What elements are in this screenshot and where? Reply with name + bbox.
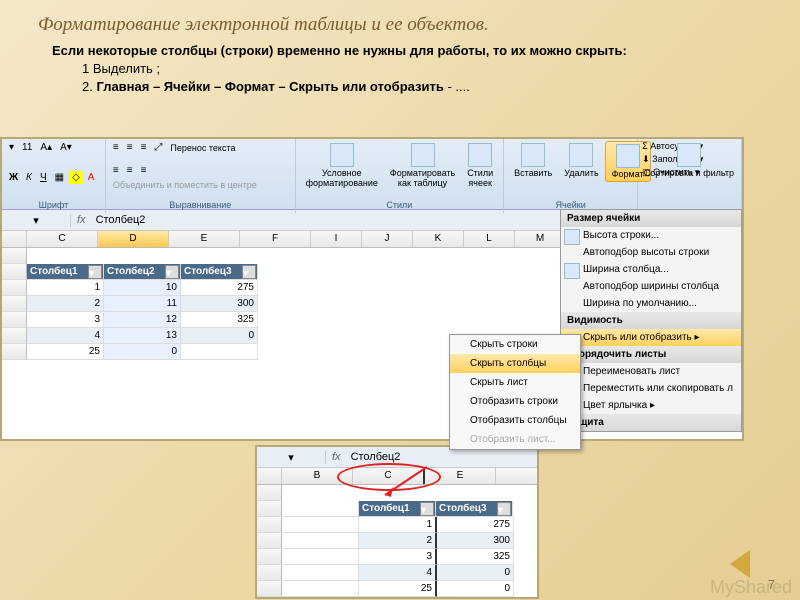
excel-screenshot-2: ▾ fx Столбец2 B C E Столбец1▾ Столбец3▾ … bbox=[255, 445, 539, 599]
hide-cols-item[interactable]: Скрыть столбцы bbox=[450, 354, 580, 373]
ribbon: ▾ 11 A▴ A▾ Ж К Ч ▦ ◇ A Шрифт ≡ ≡ ≡ ⤢ Пер… bbox=[2, 139, 742, 210]
grow-font[interactable]: A▴ bbox=[37, 141, 55, 154]
table-row: 250 bbox=[257, 581, 537, 597]
show-rows-item[interactable]: Отобразить строки bbox=[450, 392, 580, 411]
col-header[interactable]: K bbox=[413, 231, 464, 247]
col-header[interactable]: J bbox=[362, 231, 413, 247]
shrink-font[interactable]: A▾ bbox=[57, 141, 75, 154]
sort-icon bbox=[677, 143, 701, 167]
align-mid[interactable]: ≡ bbox=[124, 141, 136, 154]
hide-sheet-item[interactable]: Скрыть лист bbox=[450, 373, 580, 392]
underline-btn[interactable]: Ч bbox=[37, 171, 50, 184]
insert-icon bbox=[521, 143, 545, 167]
rename-sheet-item[interactable]: Переименовать лист bbox=[561, 363, 741, 380]
show-sheet-item: Отобразить лист... bbox=[450, 430, 580, 449]
formula-value[interactable]: Столбец2 bbox=[92, 214, 150, 226]
styles-icon bbox=[468, 143, 492, 167]
italic-btn[interactable]: К bbox=[23, 171, 35, 184]
col-header[interactable]: F bbox=[240, 231, 311, 247]
watermark: MyShared bbox=[710, 577, 792, 598]
col-header[interactable]: L bbox=[464, 231, 515, 247]
align-r[interactable]: ≡ bbox=[138, 164, 150, 177]
fx-label: fx bbox=[326, 451, 347, 463]
table-row: 3325 bbox=[257, 549, 537, 565]
autofit-row-item[interactable]: Автоподбор высоты строки bbox=[561, 244, 741, 261]
table-row: 1275 bbox=[257, 517, 537, 533]
hide-rows-item[interactable]: Скрыть строки bbox=[450, 335, 580, 354]
slide-title: Форматирование электронной таблицы и ее … bbox=[0, 0, 800, 42]
autofit-col-item[interactable]: Автоподбор ширины столбца bbox=[561, 278, 741, 295]
cond-format-icon bbox=[330, 143, 354, 167]
fx-label: fx bbox=[71, 214, 92, 226]
align-top[interactable]: ≡ bbox=[110, 141, 122, 154]
filter-dropdown-icon[interactable]: ▾ bbox=[165, 265, 179, 279]
formula-value[interactable]: Столбец2 bbox=[347, 451, 405, 463]
name-box[interactable]: ▾ bbox=[257, 451, 326, 464]
col-header[interactable]: C bbox=[353, 468, 425, 484]
menu-header: Размер ячейки bbox=[561, 210, 741, 227]
table-header-cell[interactable]: Столбец3▾ bbox=[436, 501, 513, 517]
cell-styles-btn[interactable]: Стили ячеек bbox=[461, 141, 499, 190]
cond-format-btn[interactable]: Условное форматирование bbox=[300, 141, 384, 190]
col-header[interactable]: B bbox=[282, 468, 353, 484]
table-header-cell[interactable]: Столбец2▾ bbox=[104, 264, 181, 280]
table-header-cell[interactable]: Столбец3▾ bbox=[181, 264, 258, 280]
col-header[interactable]: E bbox=[169, 231, 240, 247]
tab-color-item[interactable]: Цвет ярлычка ▸ bbox=[561, 397, 741, 414]
col-header[interactable]: E bbox=[425, 468, 496, 484]
excel-screenshot-1: ▾ 11 A▴ A▾ Ж К Ч ▦ ◇ A Шрифт ≡ ≡ ≡ ⤢ Пер… bbox=[0, 137, 744, 441]
font-size[interactable]: 11 bbox=[19, 141, 35, 154]
delete-btn[interactable]: Удалить bbox=[558, 141, 604, 182]
orient-btn[interactable]: ⤢ bbox=[151, 141, 165, 154]
slide-description: Если некоторые столбцы (строки) временно… bbox=[0, 42, 800, 97]
sort-btn[interactable]: Сортировка и фильтр bbox=[638, 141, 740, 180]
filter-dropdown-icon[interactable]: ▾ bbox=[420, 502, 434, 516]
col-header[interactable]: I bbox=[311, 231, 362, 247]
format-icon bbox=[616, 144, 640, 168]
show-cols-item[interactable]: Отобразить столбцы bbox=[450, 411, 580, 430]
table-row: 40 bbox=[257, 565, 537, 581]
table-icon bbox=[411, 143, 435, 167]
col-header[interactable]: M bbox=[515, 231, 566, 247]
nav-back-button[interactable] bbox=[730, 550, 750, 578]
fill-color-btn[interactable]: ◇ bbox=[69, 171, 83, 184]
col-width-icon bbox=[564, 263, 580, 279]
align-c[interactable]: ≡ bbox=[124, 164, 136, 177]
move-copy-item[interactable]: Переместить или скопировать л bbox=[561, 380, 741, 397]
hide-show-item[interactable]: Скрыть или отобразить ▸ bbox=[561, 329, 741, 346]
col-header[interactable]: C bbox=[27, 231, 98, 247]
wrap-text-btn[interactable]: Перенос текста bbox=[167, 142, 238, 154]
table-header-cell[interactable]: Столбец1▾ bbox=[27, 264, 104, 280]
align-bot[interactable]: ≡ bbox=[138, 141, 150, 154]
menu-header: Упорядочить листы bbox=[561, 346, 741, 363]
bold-btn[interactable]: Ж bbox=[6, 171, 21, 184]
col-header-selected[interactable]: D bbox=[98, 231, 169, 247]
row-header[interactable] bbox=[2, 264, 27, 280]
format-menu: Размер ячейки Высота строки... Автоподбо… bbox=[560, 209, 742, 432]
table-header-cell[interactable]: Столбец1▾ bbox=[359, 501, 436, 517]
default-width-item[interactable]: Ширина по умолчанию... bbox=[561, 295, 741, 312]
font-select[interactable]: ▾ bbox=[6, 141, 17, 154]
font-color-btn[interactable]: A bbox=[85, 171, 98, 184]
filter-dropdown-icon[interactable]: ▾ bbox=[497, 502, 511, 516]
filter-dropdown-icon[interactable]: ▾ bbox=[88, 265, 102, 279]
name-box[interactable]: ▾ bbox=[2, 214, 71, 227]
delete-icon bbox=[569, 143, 593, 167]
table-row: 2300 bbox=[257, 533, 537, 549]
row-height-item[interactable]: Высота строки... bbox=[561, 227, 741, 244]
context-submenu: Скрыть строки Скрыть столбцы Скрыть лист… bbox=[449, 334, 581, 450]
border-btn[interactable]: ▦ bbox=[52, 171, 67, 184]
col-width-item[interactable]: Ширина столбца... bbox=[561, 261, 741, 278]
align-l[interactable]: ≡ bbox=[110, 164, 122, 177]
row-height-icon bbox=[564, 229, 580, 245]
merge-btn[interactable]: Объединить и поместить в центре bbox=[110, 179, 260, 191]
menu-header: Видимость bbox=[561, 312, 741, 329]
insert-btn[interactable]: Вставить bbox=[508, 141, 558, 182]
format-table-btn[interactable]: Форматировать как таблицу bbox=[384, 141, 461, 190]
filter-dropdown-icon[interactable]: ▾ bbox=[242, 265, 256, 279]
menu-header: Защита bbox=[561, 414, 741, 431]
